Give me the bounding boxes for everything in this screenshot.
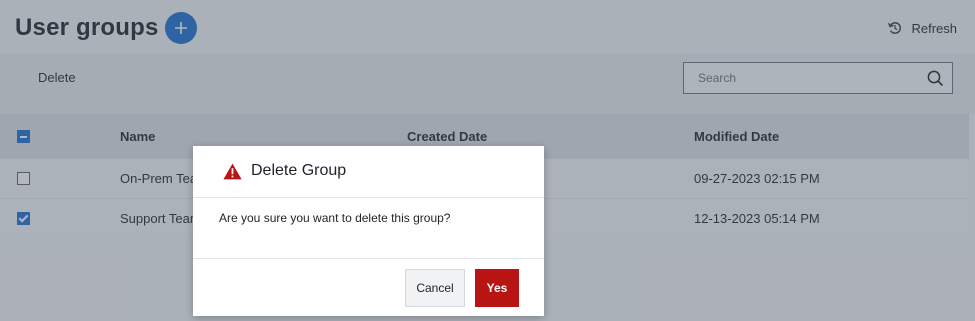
warning-icon [223,163,242,180]
dialog-footer: Cancel Yes [193,258,544,317]
dialog-message: Are you sure you want to delete this gro… [219,211,451,225]
dialog-header: Delete Group [193,146,544,198]
dialog-title: Delete Group [251,162,347,179]
delete-group-dialog: Delete Group Are you sure you want to de… [193,146,544,316]
user-groups-page: User groups Refresh Delete Search Name C… [0,0,975,321]
cancel-button[interactable]: Cancel [405,269,465,307]
confirm-delete-button[interactable]: Yes [475,269,519,307]
